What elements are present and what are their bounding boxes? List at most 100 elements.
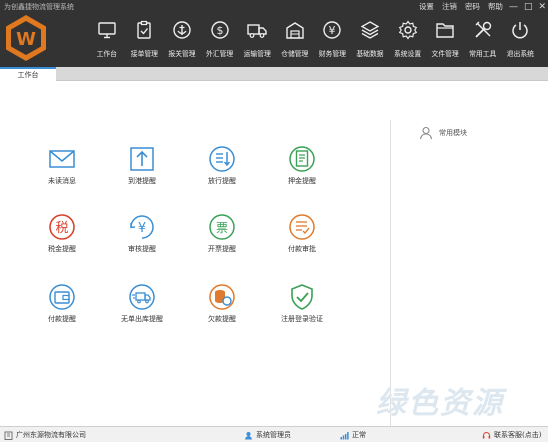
app-logo: W	[6, 15, 46, 61]
nav-label: 报关管理	[168, 50, 196, 58]
tab-bar: 工作台	[0, 67, 548, 81]
svg-text:¥: ¥	[329, 24, 336, 37]
folder-icon	[436, 23, 454, 38]
anchor-icon	[173, 21, 191, 39]
system-menu: 设置 注销 密码 帮助 — □ ✕	[411, 1, 546, 12]
nav-workbench[interactable]: 工作台	[88, 18, 126, 64]
tile-arrival-reminder[interactable]: 到港提醒	[112, 144, 172, 186]
gear-icon	[398, 20, 417, 40]
maximize-button[interactable]: □	[524, 2, 533, 12]
truck-icon	[247, 24, 267, 38]
tile-debt-reminder[interactable]: 欠款提醒	[192, 282, 252, 324]
clipboard-check-icon	[137, 20, 152, 39]
tile-label: 押金提醒	[288, 177, 316, 185]
nav-label: 外汇管理	[205, 50, 234, 58]
tile-label: 未读消息	[48, 177, 76, 185]
close-button[interactable]: ✕	[538, 2, 546, 12]
tile-unread-messages[interactable]: 未读消息	[32, 144, 92, 186]
svg-text:$: $	[216, 24, 223, 37]
tile-label: 欠款提醒	[208, 315, 236, 323]
building-icon	[4, 431, 13, 440]
side-title-text: 常用模块	[439, 129, 467, 137]
workbench-panel: 未读消息 到港提醒 放行提醒 押金提醒 税 税金提醒 ¥ 审核提醒 票 开票提醒…	[0, 82, 390, 427]
nav-label: 接单管理	[130, 50, 158, 58]
release-icon	[209, 146, 235, 172]
tile-release-reminder[interactable]: 放行提醒	[192, 144, 252, 186]
nav-base-data[interactable]: 基础数据	[351, 18, 389, 64]
tile-tax-reminder[interactable]: 税 税金提醒	[32, 212, 92, 254]
payment-approval-icon	[289, 214, 315, 240]
nav-exit[interactable]: 退出系统	[502, 18, 540, 64]
nav-forex[interactable]: $ 外汇管理	[201, 18, 239, 64]
tile-registration-verify[interactable]: 注册登录验证	[272, 282, 332, 324]
nav-orders[interactable]: 接单管理	[126, 18, 164, 64]
monitor-icon	[98, 22, 116, 39]
nav-transport[interactable]: 运输管理	[238, 18, 276, 64]
nav-label: 仓储管理	[281, 50, 309, 58]
shield-check-icon	[291, 284, 313, 310]
arrow-up-box-icon	[130, 147, 154, 171]
status-connection: 正常	[340, 430, 366, 440]
deposit-doc-icon	[289, 146, 315, 172]
tax-icon: 税	[49, 214, 75, 240]
nav-customs[interactable]: 报关管理	[163, 18, 201, 64]
headset-icon	[482, 431, 491, 438]
nav-files[interactable]: 文件管理	[426, 18, 464, 64]
user-icon	[245, 431, 252, 439]
signal-icon	[340, 431, 349, 439]
nav-label: 文件管理	[431, 50, 459, 58]
audit-yen-icon: ¥	[130, 215, 154, 239]
nav-label: 工作台	[96, 50, 117, 58]
tile-label: 注册登录验证	[281, 315, 323, 323]
nav-label: 常用工具	[469, 50, 497, 58]
tile-payment-approval[interactable]: 付款审批	[272, 212, 332, 254]
nav-tools[interactable]: 常用工具	[464, 18, 502, 64]
tools-icon	[475, 21, 491, 38]
tile-deposit-reminder[interactable]: 押金提醒	[272, 144, 332, 186]
svg-text:票: 票	[216, 221, 228, 235]
nav-system-settings[interactable]: 系统设置	[389, 18, 427, 64]
invoice-icon: 票	[209, 214, 235, 240]
status-bar: 广州东源物流有限公司 系统管理员 正常 联系客服(点击)	[0, 426, 548, 442]
help-link[interactable]: 帮助	[488, 1, 503, 12]
common-modules-header: 常用模块	[419, 126, 467, 140]
status-company: 广州东源物流有限公司	[4, 430, 86, 440]
envelope-icon	[49, 150, 75, 168]
contact-support-button[interactable]: 联系客服(点击)	[482, 430, 541, 440]
tile-label: 付款提醒	[48, 315, 76, 323]
yen-icon: ¥	[323, 21, 342, 39]
logout-link[interactable]: 注销	[442, 1, 457, 12]
nav-label: 运输管理	[243, 50, 271, 58]
tile-label: 审核提醒	[128, 245, 156, 253]
minimize-button[interactable]: —	[509, 2, 518, 12]
tab-workbench[interactable]: 工作台	[0, 67, 56, 81]
tile-no-order-outbound[interactable]: 无单出库提醒	[112, 282, 172, 324]
layers-icon	[360, 21, 380, 39]
tile-label: 放行提醒	[208, 177, 236, 185]
nav-label: 系统设置	[393, 50, 422, 58]
settings-link[interactable]: 设置	[419, 1, 434, 12]
tile-audit-reminder[interactable]: ¥ 审核提醒	[112, 212, 172, 254]
password-link[interactable]: 密码	[465, 1, 480, 12]
nav-finance[interactable]: ¥ 财务管理	[314, 18, 352, 64]
tile-invoice-reminder[interactable]: 票 开票提醒	[192, 212, 252, 254]
fast-truck-icon	[129, 284, 155, 310]
tile-label: 无单出库提醒	[121, 315, 163, 323]
tile-label: 付款审批	[288, 245, 316, 253]
tile-label: 开票提醒	[208, 245, 236, 253]
user-icon	[419, 126, 433, 140]
nav-label: 基础数据	[356, 50, 384, 58]
nav-warehouse[interactable]: 仓储管理	[276, 18, 314, 64]
svg-text:W: W	[16, 29, 36, 50]
app-title: 为创鑫捷物流管理系统	[4, 3, 74, 11]
title-bar: 为创鑫捷物流管理系统 设置 注销 密码 帮助 — □ ✕ W 工作台 接单管理 …	[0, 0, 548, 67]
tile-label: 税金提醒	[48, 245, 76, 253]
tile-payment-reminder[interactable]: 付款提醒	[32, 282, 92, 324]
watermark: 绿色资源	[376, 386, 504, 421]
coins-icon	[209, 284, 235, 310]
tile-label: 到港提醒	[128, 177, 156, 185]
dollar-icon: $	[210, 21, 229, 39]
wallet-icon	[49, 284, 75, 310]
svg-text:¥: ¥	[138, 221, 146, 236]
status-user: 系统管理员	[244, 430, 291, 440]
